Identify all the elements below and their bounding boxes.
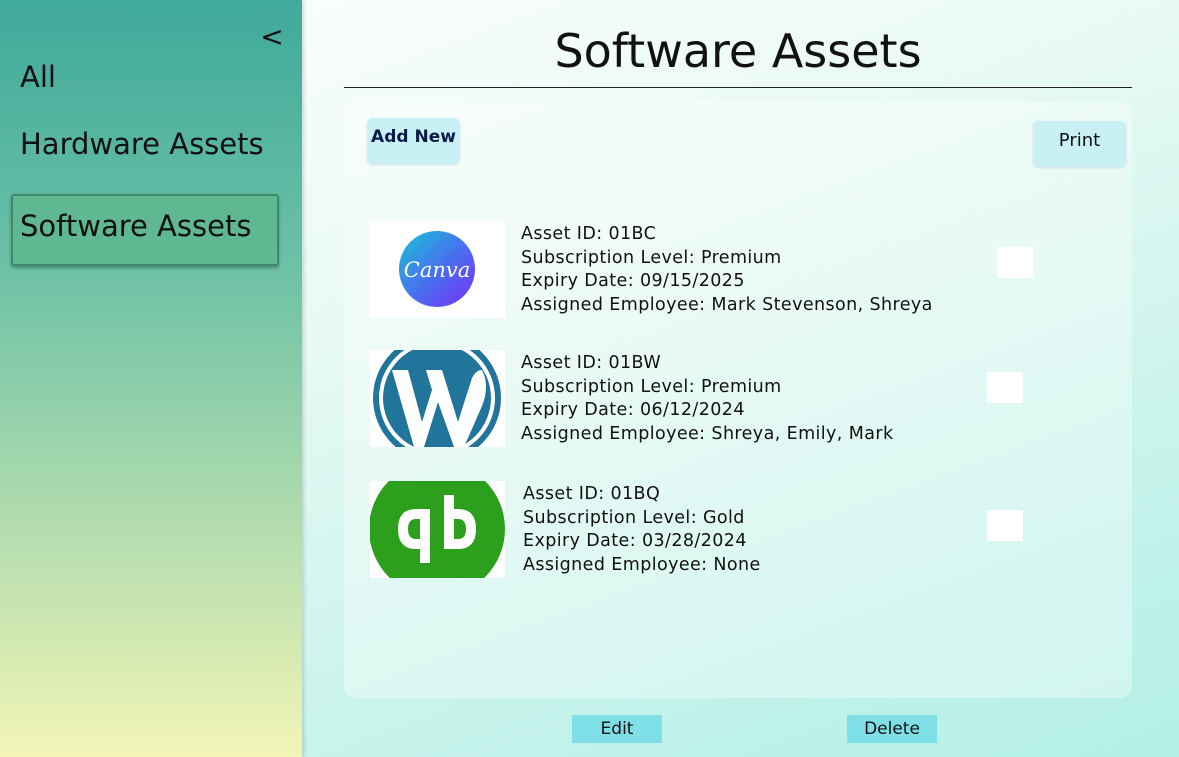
add-new-button[interactable]: Add New bbox=[367, 118, 460, 164]
list-item[interactable]: Asset ID: 01BQ Subscription Level: Gold … bbox=[370, 481, 1070, 581]
edit-button[interactable]: Edit bbox=[572, 715, 662, 743]
asset-details: Asset ID: 01BQ Subscription Level: Gold … bbox=[523, 483, 761, 577]
collapse-sidebar-icon[interactable]: < bbox=[258, 20, 286, 54]
title-divider bbox=[344, 87, 1132, 88]
expiry-date: Expiry Date: 09/15/2025 bbox=[521, 271, 745, 291]
select-checkbox[interactable] bbox=[987, 510, 1023, 541]
list-item[interactable]: Asset ID: 01BW Subscription Level: Premi… bbox=[370, 350, 1070, 450]
canva-logo-icon: Canva bbox=[370, 221, 505, 318]
expiry-date: Expiry Date: 06/12/2024 bbox=[521, 400, 745, 420]
sidebar-item-software-assets[interactable]: Software Assets bbox=[20, 209, 251, 243]
expiry-date: Expiry Date: 03/28/2024 bbox=[523, 531, 747, 551]
select-checkbox[interactable] bbox=[987, 372, 1023, 403]
canva-logo-text: Canva bbox=[404, 258, 471, 282]
select-checkbox[interactable] bbox=[997, 247, 1033, 278]
subscription-level: Subscription Level: Gold bbox=[523, 507, 745, 528]
subscription-level: Subscription Level: Premium bbox=[521, 376, 782, 397]
asset-details: Asset ID: 01BC Subscription Level: Premi… bbox=[521, 223, 933, 317]
print-button[interactable]: Print bbox=[1033, 121, 1126, 167]
asset-id: Asset ID: 01BC bbox=[521, 224, 657, 244]
sidebar-item-all[interactable]: All bbox=[20, 60, 56, 94]
sidebar: < All Hardware Assets Software Assets bbox=[0, 0, 302, 757]
asset-id: Asset ID: 01BQ bbox=[523, 484, 661, 504]
asset-details: Asset ID: 01BW Subscription Level: Premi… bbox=[521, 352, 893, 446]
page-title: Software Assets bbox=[554, 24, 922, 78]
subscription-level: Subscription Level: Premium bbox=[521, 247, 782, 268]
assigned-employee: Assigned Employee: Mark Stevenson, Shrey… bbox=[521, 294, 933, 315]
delete-button[interactable]: Delete bbox=[847, 715, 937, 743]
assigned-employee: Assigned Employee: None bbox=[523, 554, 761, 575]
wordpress-logo-icon bbox=[370, 350, 505, 447]
assigned-employee: Assigned Employee: Shreya, Emily, Mark bbox=[521, 423, 894, 444]
quickbooks-logo-icon bbox=[370, 481, 505, 578]
list-item[interactable]: Canva Asset ID: 01BC Subscription Level:… bbox=[370, 221, 1070, 321]
asset-id: Asset ID: 01BW bbox=[521, 353, 662, 373]
sidebar-item-hardware-assets[interactable]: Hardware Assets bbox=[20, 127, 264, 161]
